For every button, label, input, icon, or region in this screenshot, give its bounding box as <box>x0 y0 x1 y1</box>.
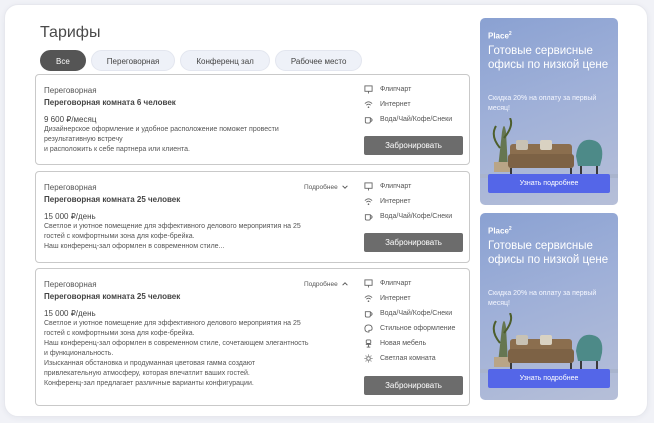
tariff-card: Переговорная Подробнее Переговорная комн… <box>35 268 470 406</box>
book-button[interactable]: Забронировать <box>364 136 463 155</box>
chevron-down-icon <box>341 185 348 189</box>
book-button[interactable]: Забронировать <box>364 233 463 252</box>
tariff-card: Переговорная Подробнее Переговорная комн… <box>35 171 470 263</box>
amenity-label: Вода/Чай/Кофе/Снеки <box>380 213 453 220</box>
description-line: привлекательную атмосферу, которая впеча… <box>44 370 250 377</box>
room-price: 9 600 ₽/месяц <box>44 115 97 124</box>
flipchart-icon <box>363 181 374 192</box>
filter-chip-meeting-room[interactable]: Переговорная <box>90 50 176 71</box>
learn-more-button[interactable]: Узнать подробнее <box>488 369 610 388</box>
amenity-label: Интернет <box>380 198 411 205</box>
room-name: Переговорная комната 25 человек <box>44 292 181 301</box>
description-line: Светлое и уютное помещение для эффективн… <box>44 223 301 230</box>
sun-icon <box>363 353 374 364</box>
room-description: Светлое и уютное помещение для эффективн… <box>44 319 334 389</box>
wifi-icon <box>363 293 374 304</box>
brand-name: Place <box>488 226 509 236</box>
details-toggle-label: Подробнее <box>304 183 338 191</box>
palette-icon <box>363 323 374 334</box>
amenity-label: Новая мебель <box>380 340 427 347</box>
coffee-cup-icon <box>363 308 374 319</box>
brand-superscript: 2 <box>508 31 512 37</box>
filter-tabs: Все Переговорная Конференц зал Рабочее м… <box>40 50 363 71</box>
description-line: и функциональность. <box>44 350 114 357</box>
promo-subtext: Скидка 20% на оплату за первый месяц! <box>488 95 597 112</box>
promo-headline: Готовые сервисные офисы по низкой цене <box>488 240 609 266</box>
amenity-label: Интернет <box>380 295 411 302</box>
flipchart-icon <box>363 84 374 95</box>
sofa-illustration <box>480 118 618 178</box>
amenity-label: Флипчарт <box>380 183 412 190</box>
flipchart-icon <box>363 278 374 289</box>
amenity-label: Флипчарт <box>380 280 412 287</box>
room-price: 15 000 ₽/день <box>44 212 96 221</box>
details-toggle[interactable]: Подробнее <box>304 280 349 288</box>
details-toggle[interactable]: Подробнее <box>304 183 349 191</box>
room-type: Переговорная <box>44 280 97 289</box>
room-type: Переговорная <box>44 86 97 95</box>
amenity-label: Вода/Чай/Кофе/Снеки <box>380 310 453 317</box>
description-line: Наш конференц-зал оформлен в современном… <box>44 243 225 250</box>
room-description: Светлое и уютное помещение для эффективн… <box>44 222 334 252</box>
chevron-up-icon <box>341 282 348 286</box>
room-type: Переговорная <box>44 183 97 192</box>
room-description: Дизайнерское оформление и удобное распол… <box>44 125 334 155</box>
brand-logo: Place2 <box>488 31 512 41</box>
description-line: Дизайнерское оформление и удобное распол… <box>44 126 279 133</box>
description-line: гостей с комфортными зона для кофе-брейк… <box>44 233 195 240</box>
coffee-cup-icon <box>363 211 374 222</box>
room-name: Переговорная комната 6 человек <box>44 98 176 107</box>
details-toggle-label: Подробнее <box>304 280 338 288</box>
wifi-icon <box>363 196 374 207</box>
filter-chip-workplace[interactable]: Рабочее место <box>274 50 363 71</box>
promo-subtext: Скидка 20% на оплату за первый месяц! <box>488 290 597 307</box>
chair-icon <box>363 338 374 349</box>
book-button[interactable]: Забронировать <box>364 376 463 395</box>
sofa-illustration <box>480 313 618 373</box>
learn-more-button[interactable]: Узнать подробнее <box>488 174 610 193</box>
amenities-list: Флипчарт Интернет Вода/Чай/Кофе/Снеки <box>363 82 452 127</box>
amenity-label: Интернет <box>380 101 411 108</box>
brand-superscript: 2 <box>508 226 512 232</box>
description-line: и расположить к себе партнера или клиент… <box>44 146 190 153</box>
brand-logo: Place2 <box>488 226 512 236</box>
promo-banner[interactable]: Place2 Готовые сервисные офисы по низкой… <box>480 18 618 205</box>
description-line: гостей с комфортными зона для кофе-брейк… <box>44 330 195 337</box>
wifi-icon <box>363 99 374 110</box>
room-name: Переговорная комната 25 человек <box>44 195 181 204</box>
tariff-card: Переговорная Переговорная комната 6 чело… <box>35 74 470 165</box>
amenities-list: Флипчарт Интернет Вода/Чай/Кофе/Снеки Ст… <box>363 276 455 366</box>
amenities-list: Флипчарт Интернет Вода/Чай/Кофе/Снеки <box>363 179 452 224</box>
description-line: результативную встречу <box>44 136 123 143</box>
description-line: Светлое и уютное помещение для эффективн… <box>44 320 301 327</box>
description-line: Наш конференц-зал оформлен в современном… <box>44 340 309 347</box>
description-line: Конференц-зал предлагает различные вариа… <box>44 380 254 387</box>
promo-banner[interactable]: Place2 Готовые сервисные офисы по низкой… <box>480 213 618 400</box>
brand-name: Place <box>488 31 509 41</box>
description-line: Изысканная обстановка и продуманная цвет… <box>44 360 256 367</box>
amenity-label: Флипчарт <box>380 86 412 93</box>
page-title: Тарифы <box>40 24 101 41</box>
filter-chip-conference-hall[interactable]: Конференц зал <box>180 50 270 71</box>
coffee-cup-icon <box>363 114 374 125</box>
amenity-label: Вода/Чай/Кофе/Снеки <box>380 116 453 123</box>
promo-headline: Готовые сервисные офисы по низкой цене <box>488 45 609 71</box>
amenity-label: Стильное оформление <box>380 325 456 332</box>
amenity-label: Светлая комната <box>380 355 436 362</box>
room-price: 15 000 ₽/день <box>44 309 96 318</box>
filter-chip-all[interactable]: Все <box>40 50 86 71</box>
